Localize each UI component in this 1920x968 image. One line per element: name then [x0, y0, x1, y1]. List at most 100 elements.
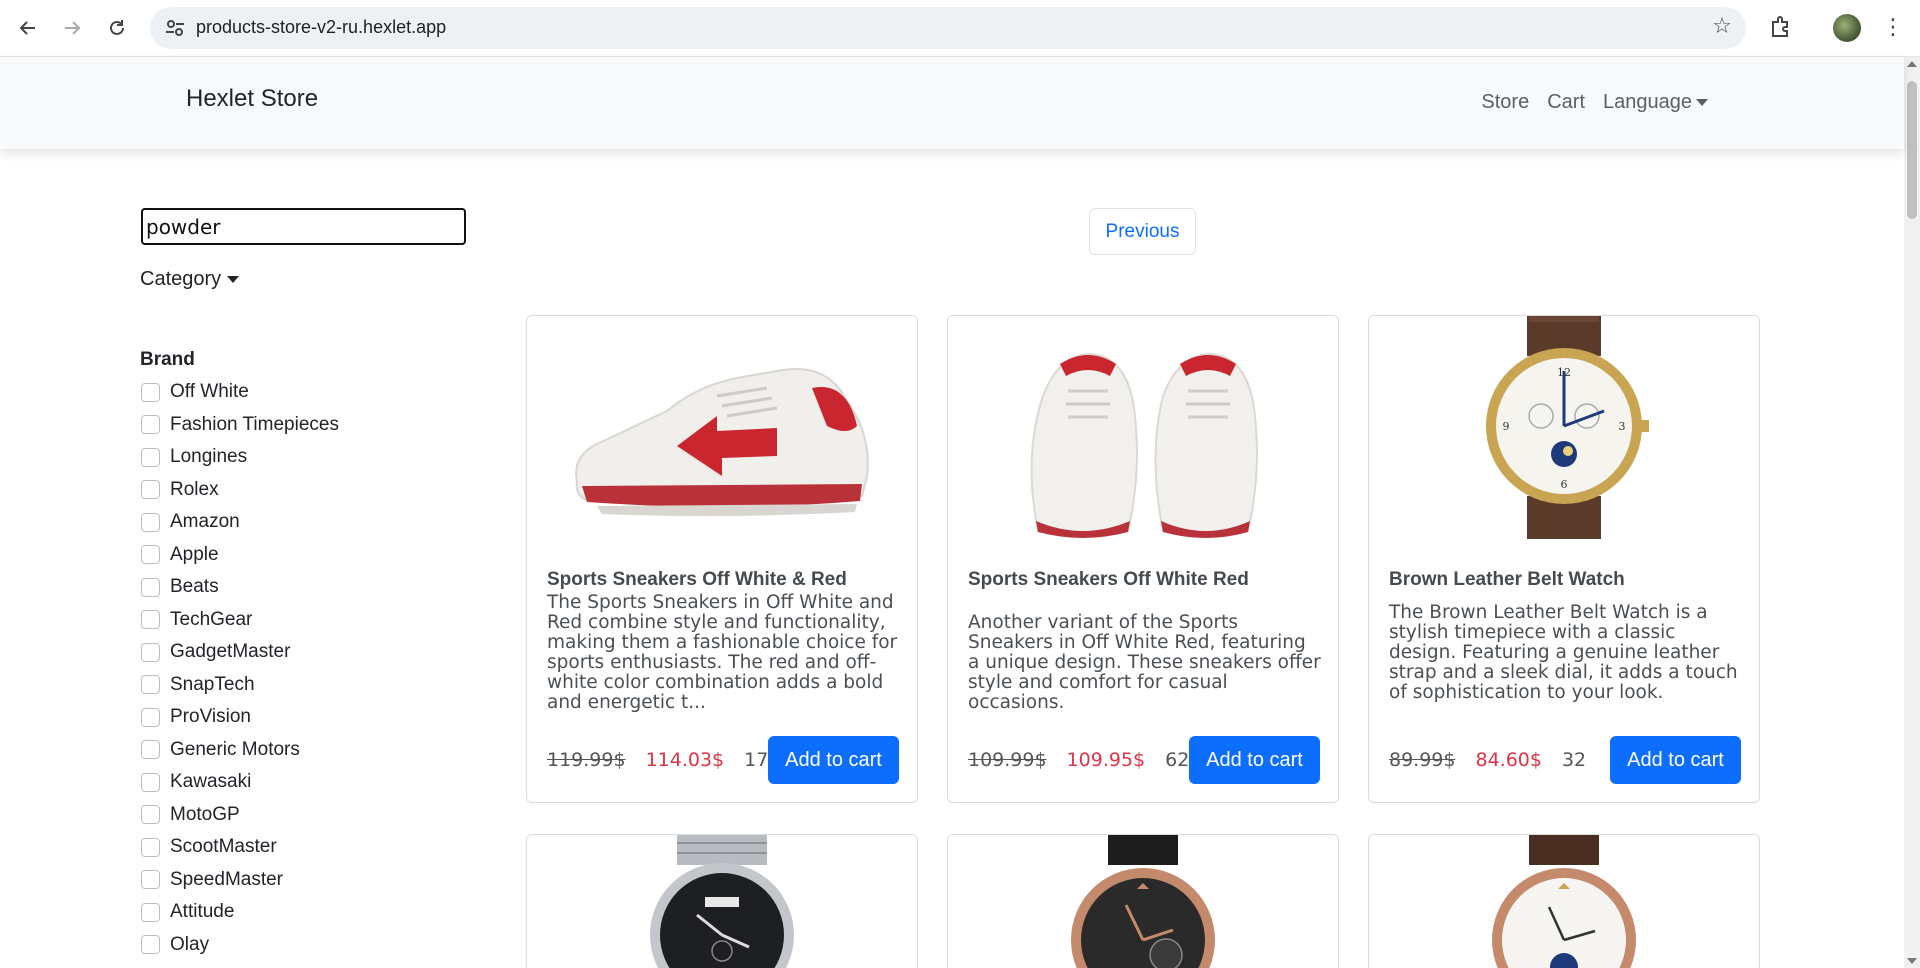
brand-filter-list: Off White Fashion Timepieces Longines Ro… — [141, 376, 339, 961]
product-card: Sports Sneakers Off White & Red The Spor… — [526, 315, 918, 803]
product-image-watch[interactable]: 12 3 9 6 — [1369, 316, 1759, 539]
checkbox[interactable] — [141, 382, 160, 402]
reload-icon[interactable] — [101, 12, 133, 44]
checkbox[interactable] — [141, 805, 160, 825]
brand-label: Beats — [170, 576, 219, 598]
brand-filter-heading: Brand — [140, 349, 195, 370]
nav-link-store[interactable]: Store — [1481, 91, 1529, 114]
price-row: 119.99$ 114.03$ 17 Add to cart — [547, 736, 899, 784]
checkbox[interactable] — [141, 642, 160, 662]
old-price: 109.99$ — [968, 749, 1047, 771]
brand-filter-item[interactable]: TechGear — [141, 604, 339, 637]
checkbox[interactable] — [141, 447, 160, 467]
bookmark-star-icon[interactable]: ☆ — [1710, 15, 1734, 39]
product-title[interactable]: Brown Leather Belt Watch — [1389, 569, 1625, 591]
checkbox[interactable] — [141, 772, 160, 792]
product-card — [1368, 834, 1760, 968]
brand-filter-item[interactable]: Olay — [141, 929, 339, 962]
checkbox[interactable] — [141, 415, 160, 435]
brand-label: ProVision — [170, 706, 251, 728]
brand-filter-item[interactable]: Beats — [141, 571, 339, 604]
search-input[interactable] — [141, 208, 466, 245]
product-image-rolex-black-watch[interactable] — [948, 835, 1338, 968]
brand-filter-item[interactable]: Apple — [141, 539, 339, 572]
brand-filter-item[interactable]: Rolex — [141, 474, 339, 507]
brand-filter-item[interactable]: SnapTech — [141, 669, 339, 702]
checkbox[interactable] — [141, 870, 160, 890]
checkbox[interactable] — [141, 512, 160, 532]
site-brand[interactable]: Hexlet Store — [186, 85, 318, 113]
checkbox[interactable] — [141, 610, 160, 630]
scroll-up-icon[interactable] — [1907, 61, 1917, 67]
scrollbar-thumb[interactable] — [1907, 81, 1917, 219]
profile-avatar[interactable] — [1833, 14, 1861, 42]
add-to-cart-button[interactable]: Add to cart — [768, 736, 899, 784]
product-image-sneakers-pair[interactable] — [948, 316, 1338, 539]
nav-dropdown-language[interactable]: Language — [1603, 91, 1708, 114]
brand-filter-item[interactable]: Kawasaki — [141, 766, 339, 799]
product-title[interactable]: Sports Sneakers Off White & Red — [547, 569, 847, 591]
product-image-steel-watch[interactable] — [527, 835, 917, 968]
product-image-rolex-white-watch[interactable] — [1369, 835, 1759, 968]
product-card — [526, 834, 918, 968]
checkbox[interactable] — [141, 707, 160, 727]
checkbox[interactable] — [141, 902, 160, 922]
checkbox[interactable] — [141, 577, 160, 597]
nav-links: Store Cart Language — [1481, 91, 1708, 114]
product-description: The Brown Leather Belt Watch is a stylis… — [1389, 602, 1738, 703]
brand-label: Apple — [170, 543, 219, 565]
checkbox[interactable] — [141, 480, 160, 500]
caret-down-icon — [1696, 99, 1708, 107]
checkbox[interactable] — [141, 740, 160, 760]
stock-count: 62 — [1165, 749, 1190, 771]
brand-filter-item[interactable]: Off White — [141, 376, 339, 409]
brand-filter-item[interactable]: Generic Motors — [141, 734, 339, 767]
extensions-icon[interactable] — [1767, 14, 1795, 42]
new-price: 109.95$ — [1066, 749, 1146, 771]
brand-filter-item[interactable]: SpeedMaster — [141, 864, 339, 897]
checkbox[interactable] — [141, 935, 160, 955]
brand-label: Kawasaki — [170, 771, 252, 793]
stock-count: 32 — [1561, 749, 1587, 771]
url-text[interactable]: products-store-v2-ru.hexlet.app — [196, 17, 446, 38]
add-to-cart-button[interactable]: Add to cart — [1189, 736, 1320, 784]
brand-filter-item[interactable]: ScootMaster — [141, 831, 339, 864]
old-price: 89.99$ — [1389, 749, 1456, 771]
brand-label: Off White — [170, 381, 249, 403]
scroll-down-icon[interactable] — [1907, 958, 1917, 964]
product-title[interactable]: Sports Sneakers Off White Red — [968, 569, 1249, 591]
previous-page-button[interactable]: Previous — [1089, 208, 1196, 255]
brand-label: Attitude — [170, 901, 235, 923]
brand-filter-item[interactable]: MotoGP — [141, 799, 339, 832]
checkbox[interactable] — [141, 837, 160, 857]
browser-menu-icon[interactable]: ⋮ — [1882, 14, 1904, 42]
brand-label: SnapTech — [170, 673, 255, 695]
product-image-sneaker[interactable] — [527, 316, 917, 539]
brand-filter-item[interactable]: GadgetMaster — [141, 636, 339, 669]
brand-label: Fashion Timepieces — [170, 413, 339, 435]
brand-filter-item[interactable]: ProVision — [141, 701, 339, 734]
new-price: 84.60$ — [1475, 749, 1542, 771]
address-bar[interactable]: products-store-v2-ru.hexlet.app ☆ — [150, 7, 1746, 49]
nav-link-cart[interactable]: Cart — [1547, 91, 1585, 114]
checkbox[interactable] — [141, 675, 160, 695]
add-to-cart-button[interactable]: Add to cart — [1610, 736, 1741, 784]
forward-icon[interactable] — [56, 12, 88, 44]
category-dropdown[interactable]: Category — [140, 268, 240, 291]
checkbox[interactable] — [141, 545, 160, 565]
caret-down-icon — [227, 276, 240, 284]
site-info-icon[interactable] — [164, 17, 186, 39]
brand-label: Generic Motors — [170, 738, 300, 760]
svg-text:6: 6 — [1561, 478, 1568, 491]
product-card: 12 3 9 6 Brown Leather Belt Watch The Br… — [1368, 315, 1760, 803]
brand-label: Longines — [170, 446, 248, 468]
site-navbar: Hexlet Store Store Cart Language — [0, 57, 1904, 149]
brand-filter-item[interactable]: Amazon — [141, 506, 339, 539]
brand-filter-item[interactable]: Fashion Timepieces — [141, 409, 339, 442]
price-row: 109.99$ 109.95$ 62 Add to cart — [968, 736, 1320, 784]
back-icon[interactable] — [12, 12, 44, 44]
brand-filter-item[interactable]: Attitude — [141, 896, 339, 929]
page-scrollbar[interactable] — [1904, 57, 1920, 968]
brand-filter-item[interactable]: Longines — [141, 441, 339, 474]
product-description: Another variant of the Sports Sneakers i… — [968, 612, 1321, 713]
